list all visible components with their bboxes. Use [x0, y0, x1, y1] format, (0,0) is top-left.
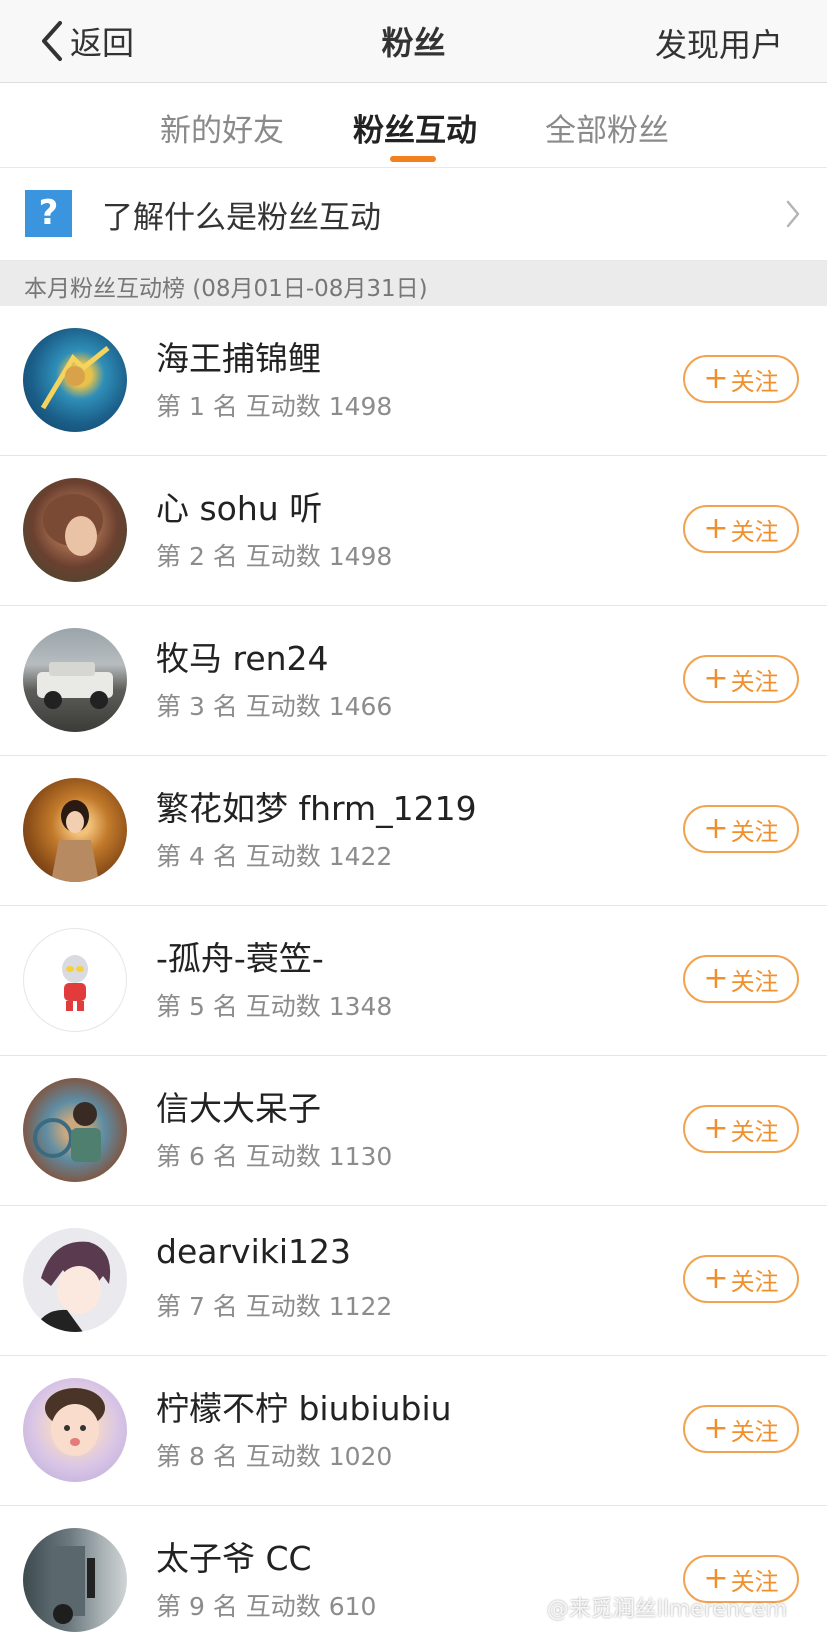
avatar-image: [51, 800, 99, 882]
fan-name[interactable]: 牧马 ren24: [156, 632, 329, 680]
avatar[interactable]: [23, 628, 127, 732]
follow-button[interactable]: + 关注: [683, 505, 799, 553]
follow-button[interactable]: + 关注: [683, 355, 799, 403]
list-item: 信大大呆子 第 6 名 互动数 1130 + 关注: [0, 1056, 827, 1206]
fan-rank-meta: 第 3 名 互动数 1466: [156, 692, 393, 721]
fan-rank-meta: 第 5 名 互动数 1348: [156, 992, 393, 1021]
list-item: -孤舟-蓑笠- 第 5 名 互动数 1348 + 关注: [0, 906, 827, 1056]
back-button[interactable]: 返回: [38, 18, 134, 64]
follow-label: 关注: [730, 1117, 779, 1146]
follow-label: 关注: [730, 517, 779, 546]
watermark: @来觅润丝llmerencem: [546, 1597, 787, 1622]
avatar-image: [33, 1102, 101, 1162]
avatar[interactable]: [23, 1378, 127, 1482]
chevron-left-icon: [42, 21, 62, 61]
follow-label: 关注: [730, 1267, 779, 1296]
list-item: 柠檬不柠 biubiubiu 第 8 名 互动数 1020 + 关注: [0, 1356, 827, 1506]
fan-rank-meta: 第 1 名 互动数 1498: [156, 392, 393, 421]
plus-icon: +: [703, 1111, 729, 1146]
fan-rank-meta: 第 8 名 互动数 1020: [156, 1442, 393, 1471]
avatar-image: [33, 1241, 111, 1332]
list-item: dearviki123 第 7 名 互动数 1122 + 关注: [0, 1206, 827, 1356]
plus-icon: +: [703, 661, 729, 696]
fans-page: 返回 粉丝 发现用户 新的好友 粉丝互动 全部粉丝 ? 了解什么是粉丝互动 本月…: [0, 0, 827, 1635]
follow-button[interactable]: + 关注: [683, 1405, 799, 1453]
avatar[interactable]: [23, 1078, 127, 1182]
fan-name[interactable]: 繁花如梦 fhrm_1219: [156, 782, 477, 830]
plus-icon: +: [703, 361, 729, 396]
plus-icon: +: [703, 811, 729, 846]
list-item: 繁花如梦 fhrm_1219 第 4 名 互动数 1422 + 关注: [0, 756, 827, 906]
tab-fan-interaction[interactable]: 粉丝互动: [353, 105, 477, 150]
follow-button[interactable]: + 关注: [683, 1105, 799, 1153]
follow-button[interactable]: + 关注: [683, 655, 799, 703]
list-item: 海王捕锦鲤 第 1 名 互动数 1498 + 关注: [0, 306, 827, 456]
question-icon: ?: [25, 190, 72, 237]
avatar-image: [43, 494, 103, 556]
back-label: 返回: [70, 24, 135, 62]
list-item: 牧马 ren24 第 3 名 互动数 1466 + 关注: [0, 606, 827, 756]
avatar-image: [62, 955, 88, 1011]
follow-button[interactable]: + 关注: [683, 955, 799, 1003]
top-nav-bar: 返回 粉丝 发现用户: [0, 0, 827, 83]
fan-name[interactable]: -孤舟-蓑笠-: [156, 932, 324, 980]
chevron-right-icon: [786, 200, 800, 228]
plus-icon: +: [703, 961, 729, 996]
plus-icon: +: [703, 1261, 729, 1296]
fan-rank-meta: 第 2 名 互动数 1498: [156, 542, 393, 571]
avatar[interactable]: [23, 778, 127, 882]
fan-rank-meta: 第 7 名 互动数 1122: [156, 1292, 393, 1321]
fan-rank-meta: 第 9 名 互动数 610: [156, 1592, 377, 1621]
follow-label: 关注: [730, 667, 779, 696]
avatar-image: [40, 346, 110, 410]
fan-name[interactable]: 柠檬不柠 biubiubiu: [156, 1382, 452, 1430]
avatar[interactable]: [23, 928, 127, 1032]
tab-new-friends[interactable]: 新的好友: [160, 105, 284, 150]
follow-label: 关注: [730, 367, 779, 396]
tab-all-fans[interactable]: 全部粉丝: [545, 105, 669, 150]
list-item: 心 sohu 听 第 2 名 互动数 1498 + 关注: [0, 456, 827, 606]
fan-name[interactable]: dearviki123: [156, 1232, 351, 1271]
active-tab-indicator: [390, 156, 436, 162]
avatar[interactable]: [23, 478, 127, 582]
follow-button[interactable]: + 关注: [683, 1255, 799, 1303]
learn-fan-interaction-row[interactable]: ? 了解什么是粉丝互动: [0, 168, 827, 261]
follow-label: 关注: [730, 967, 779, 996]
fan-name[interactable]: 信大大呆子: [156, 1082, 321, 1130]
fan-rank-meta: 第 4 名 互动数 1422: [156, 842, 393, 871]
fan-name[interactable]: 海王捕锦鲤: [156, 332, 321, 380]
fan-rank-meta: 第 6 名 互动数 1130: [156, 1142, 393, 1171]
plus-icon: +: [703, 511, 729, 546]
fan-name[interactable]: 太子爷 CC: [156, 1532, 312, 1580]
discover-users-button[interactable]: 发现用户: [655, 20, 783, 66]
avatar[interactable]: [23, 1528, 127, 1632]
plus-icon: +: [703, 1561, 729, 1596]
follow-button[interactable]: + 关注: [683, 805, 799, 853]
avatar[interactable]: [23, 328, 127, 432]
avatar-image: [51, 1546, 95, 1624]
fan-ranking-list: 海王捕锦鲤 第 1 名 互动数 1498 + 关注 心 sohu 听 第 2 名…: [0, 306, 827, 1635]
tab-bar: 新的好友 粉丝互动 全部粉丝: [0, 83, 827, 168]
learn-fan-interaction-label: 了解什么是粉丝互动: [102, 200, 381, 236]
follow-label: 关注: [730, 817, 779, 846]
avatar-image: [45, 1388, 105, 1456]
plus-icon: +: [703, 1411, 729, 1446]
avatar[interactable]: [23, 1228, 127, 1332]
fan-name[interactable]: 心 sohu 听: [156, 482, 322, 530]
avatar-image: [37, 662, 113, 709]
monthly-ranking-title: 本月粉丝互动榜 (08月01日-08月31日): [24, 276, 428, 302]
follow-label: 关注: [730, 1417, 779, 1446]
monthly-ranking-header: 本月粉丝互动榜 (08月01日-08月31日): [0, 261, 827, 306]
